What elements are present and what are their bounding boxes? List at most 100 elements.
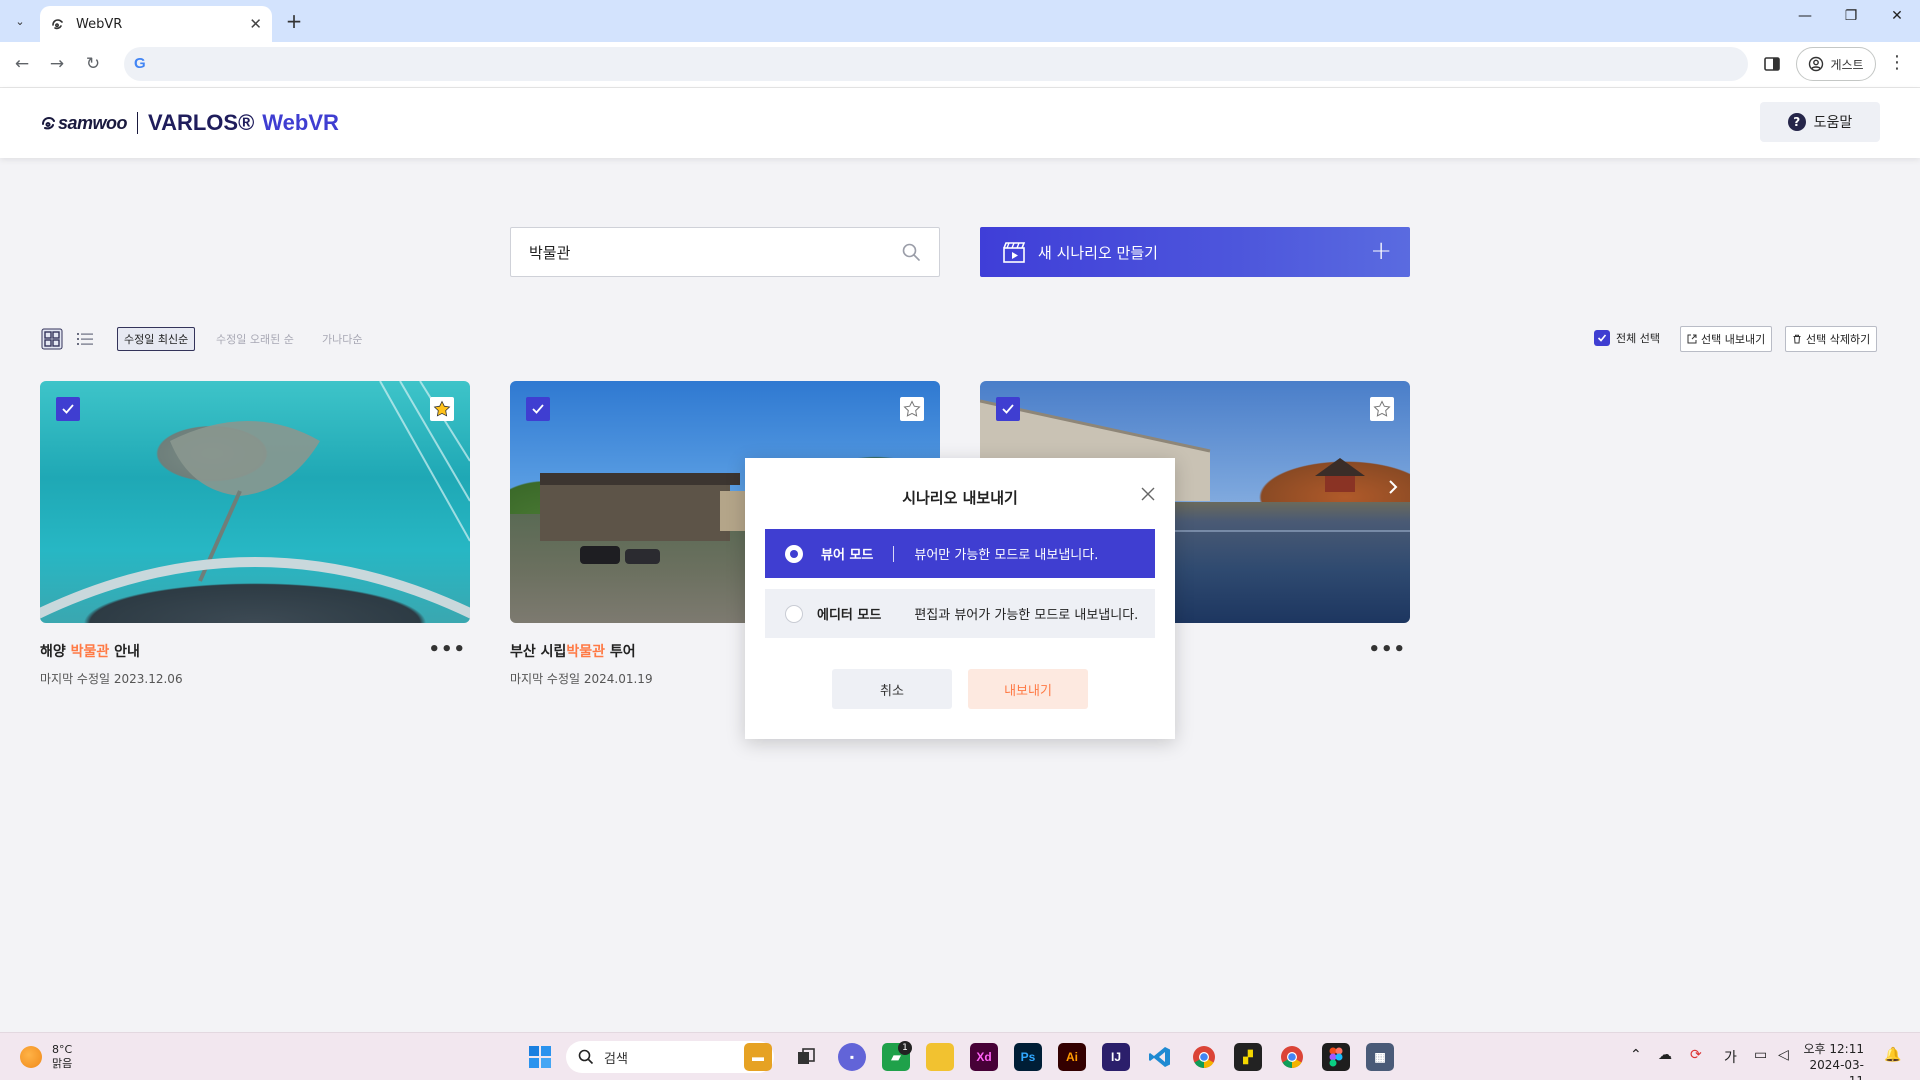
card-more-icon[interactable]: ••• bbox=[428, 639, 466, 660]
window-close-button[interactable]: ✕ bbox=[1874, 8, 1920, 24]
search-input[interactable] bbox=[511, 228, 881, 276]
sort-alphabetical[interactable]: 가나다순 bbox=[316, 327, 368, 351]
scenario-card[interactable]: 해양 박물관 안내 마지막 수정일 2023.12.06 ••• bbox=[40, 381, 470, 687]
favorite-star-icon[interactable] bbox=[1370, 397, 1394, 421]
sort-oldest[interactable]: 수정일 오래된 순 bbox=[210, 327, 300, 351]
editor-mode-radio[interactable] bbox=[785, 604, 803, 623]
sticky-notes-icon[interactable]: ▞ bbox=[1234, 1043, 1262, 1071]
minimize-button[interactable]: — bbox=[1782, 8, 1828, 24]
calculator-icon[interactable]: ▦ bbox=[1366, 1043, 1394, 1071]
guest-label: 게스트 bbox=[1830, 57, 1864, 72]
card-checkbox[interactable] bbox=[526, 397, 550, 421]
brand-company: samwoo bbox=[58, 112, 128, 133]
export-selected-label: 선택 내보내기 bbox=[1701, 333, 1766, 346]
option-name: 뷰어 모드 bbox=[821, 548, 874, 563]
taskbar-search-label: 검색 bbox=[604, 1051, 628, 1067]
tab-search-button[interactable]: ⌄ bbox=[8, 9, 32, 33]
file-explorer-icon[interactable] bbox=[926, 1043, 954, 1071]
photoshop-icon[interactable]: Ps bbox=[1014, 1043, 1042, 1071]
close-icon[interactable] bbox=[1139, 485, 1157, 503]
teams-chat-icon[interactable]: ▪ bbox=[838, 1043, 866, 1071]
scenario-thumbnail[interactable] bbox=[40, 381, 470, 623]
app-logo[interactable]: samwoo VARLOS® WebVR bbox=[40, 108, 339, 138]
help-button[interactable]: ? 도움말 bbox=[1760, 102, 1880, 142]
card-checkbox[interactable] bbox=[56, 397, 80, 421]
help-label: 도움말 bbox=[1813, 115, 1853, 131]
option-description: 뷰어만 가능한 모드로 내보냅니다. bbox=[914, 548, 1099, 563]
export-selected-button[interactable]: 선택 내보내기 bbox=[1680, 326, 1773, 352]
network-icon[interactable]: ▭ bbox=[1754, 1047, 1767, 1063]
search-icon[interactable] bbox=[901, 242, 921, 262]
clapperboard-icon bbox=[1003, 242, 1026, 263]
export-icon bbox=[1687, 334, 1697, 344]
adobe-xd-icon[interactable]: Xd bbox=[970, 1043, 998, 1071]
viewer-mode-radio[interactable] bbox=[785, 544, 803, 563]
reload-icon[interactable]: ↻ bbox=[81, 54, 105, 74]
export-button[interactable]: 내보내기 bbox=[968, 669, 1088, 709]
volume-icon[interactable]: ◁ bbox=[1778, 1047, 1789, 1063]
brand-product: VARLOS® bbox=[148, 110, 255, 135]
delete-selected-label: 선택 삭제하기 bbox=[1806, 333, 1871, 346]
profile-icon bbox=[1809, 56, 1824, 72]
forward-arrow-icon[interactable]: → bbox=[45, 54, 69, 74]
vscode-icon[interactable] bbox=[1146, 1043, 1174, 1071]
tray-overflow-icon[interactable]: ⌃ bbox=[1630, 1047, 1642, 1063]
grid-view-icon[interactable] bbox=[41, 328, 63, 350]
clock-date: 2024-03-11 bbox=[1809, 1058, 1864, 1080]
help-icon: ? bbox=[1787, 113, 1806, 131]
sort-newest[interactable]: 수정일 최신순 bbox=[117, 327, 196, 351]
back-arrow-icon[interactable]: ← bbox=[10, 54, 34, 74]
sync-icon[interactable]: ⟳ bbox=[1690, 1047, 1702, 1063]
create-scenario-label: 새 시나리오 만들기 bbox=[1038, 243, 1158, 262]
briefcase-icon[interactable]: ▬ bbox=[744, 1043, 772, 1071]
ime-label[interactable]: 가 bbox=[1724, 1047, 1737, 1067]
card-more-icon[interactable]: ••• bbox=[1368, 639, 1406, 660]
chrome-profile-icon[interactable] bbox=[1278, 1043, 1306, 1071]
select-all-checkbox[interactable] bbox=[1594, 330, 1610, 346]
card-modified-date: 마지막 수정일 2023.12.06 bbox=[40, 672, 183, 686]
profile-guest-button[interactable]: 게스트 bbox=[1796, 47, 1876, 81]
cancel-button[interactable]: 취소 bbox=[832, 669, 952, 709]
windows-taskbar: 8°C 맑음 검색 ▬ ▪ ▰ 1 Xd Ps Ai IJ ▞ ▦ ⌃ ☁ ⟳ … bbox=[0, 1032, 1920, 1080]
delete-selected-button[interactable]: 선택 삭제하기 bbox=[1785, 326, 1878, 352]
favorite-star-icon[interactable] bbox=[430, 397, 454, 421]
create-scenario-button[interactable]: 새 시나리오 만들기 + bbox=[980, 227, 1410, 277]
restore-button[interactable]: ❐ bbox=[1828, 8, 1874, 24]
browser-menu-icon[interactable]: ⋮ bbox=[1888, 52, 1906, 73]
notification-badge: 1 bbox=[898, 1041, 912, 1055]
onedrive-offline-icon[interactable]: ☁ bbox=[1658, 1047, 1672, 1063]
editor-mode-option[interactable]: 에디터 모드 편집과 뷰어가 가능한 모드로 내보냅니다. bbox=[765, 589, 1155, 638]
viewer-mode-option[interactable]: 뷰어 모드 뷰어만 가능한 모드로 내보냅니다. bbox=[765, 529, 1155, 578]
favorite-star-icon[interactable] bbox=[900, 397, 924, 421]
weather-temp: 8°C bbox=[52, 1043, 73, 1056]
option-divider bbox=[893, 545, 895, 562]
weather-desc: 맑음 bbox=[52, 1057, 73, 1070]
option-description: 편집과 뷰어가 가능한 모드로 내보냅니다. bbox=[914, 608, 1139, 623]
taskbar-search[interactable]: 검색 bbox=[566, 1041, 774, 1073]
illustrator-icon[interactable]: Ai bbox=[1058, 1043, 1086, 1071]
tab-close-icon[interactable]: ✕ bbox=[249, 15, 262, 33]
tab-favicon-icon bbox=[50, 16, 66, 32]
notification-bell-icon[interactable]: 🔔 bbox=[1884, 1047, 1901, 1063]
weather-widget[interactable]: 8°C 맑음 bbox=[20, 1043, 72, 1071]
task-view-icon[interactable] bbox=[792, 1043, 820, 1071]
intellij-icon[interactable]: IJ bbox=[1102, 1043, 1130, 1071]
scenario-search bbox=[510, 227, 940, 277]
address-bar[interactable]: G bbox=[124, 47, 1748, 81]
select-all-toggle[interactable]: 전체 선택 bbox=[1594, 330, 1660, 346]
side-panel-icon[interactable] bbox=[1762, 54, 1782, 74]
brand-divider bbox=[137, 112, 139, 134]
export-scenario-dialog: 시나리오 내보내기 뷰어 모드 뷰어만 가능한 모드로 내보냅니다. 에디터 모… bbox=[745, 458, 1175, 739]
new-tab-button[interactable]: + bbox=[282, 9, 306, 33]
system-clock[interactable]: 오후 12:11 2024-03-11 bbox=[1800, 1041, 1864, 1080]
list-view-icon[interactable] bbox=[74, 328, 96, 350]
windows-start-icon[interactable] bbox=[526, 1043, 554, 1071]
browser-tab-webvr[interactable]: WebVR ✕ bbox=[40, 6, 272, 42]
tab-title: WebVR bbox=[76, 16, 123, 32]
chrome-icon[interactable] bbox=[1190, 1043, 1218, 1071]
option-name: 에디터 모드 bbox=[817, 608, 882, 623]
card-checkbox[interactable] bbox=[996, 397, 1020, 421]
card-title: 해양 박물관 안내 bbox=[40, 644, 140, 660]
search-icon bbox=[578, 1049, 594, 1065]
figma-icon[interactable] bbox=[1322, 1043, 1350, 1071]
